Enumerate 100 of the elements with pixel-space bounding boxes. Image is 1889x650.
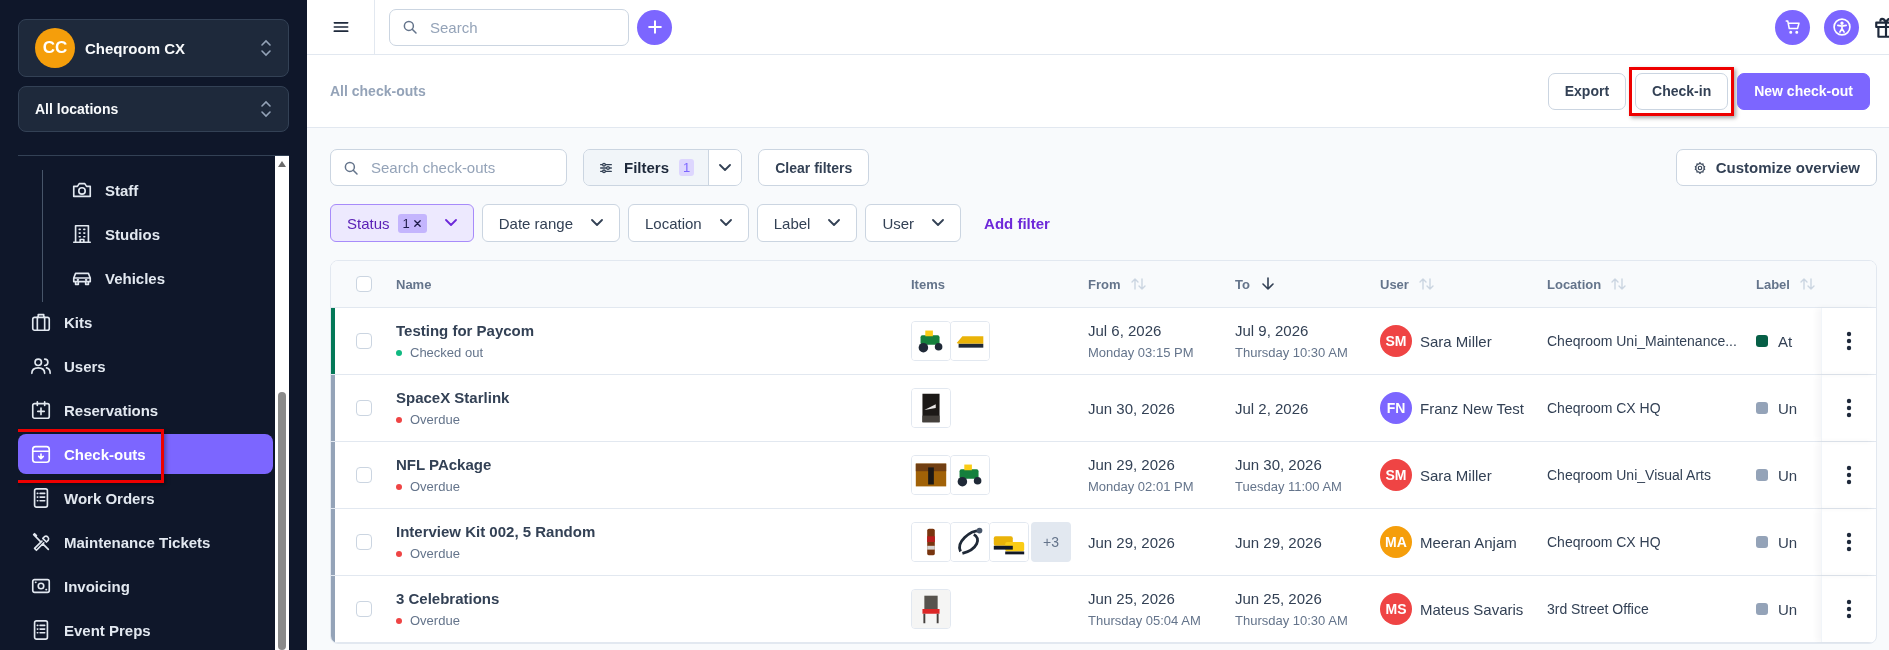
settings-icon [1692,160,1707,175]
filter-chip[interactable]: Label [756,204,858,242]
add-filter-link[interactable]: Add filter [984,214,1050,232]
nav-item[interactable]: Vehicles [59,258,178,298]
location-picker[interactable]: All locations [18,86,289,132]
more-icon [1844,598,1854,620]
checkout-name[interactable]: NFL PAckage [396,456,911,473]
more-icon [1844,397,1854,419]
action-button[interactable]: Check-in [1635,72,1729,110]
chip-label: Date range [498,214,573,232]
filter-chip[interactable]: User [865,204,962,242]
more-button[interactable] [1844,531,1854,553]
nav-item[interactable]: Studios [59,214,172,254]
search-field[interactable]: Search check-outs [330,149,567,186]
nav-item[interactable]: Kits [18,302,273,342]
checkout-name[interactable]: 3 Celebrations [396,590,911,607]
column-header[interactable]: Name [396,276,432,292]
customize-button[interactable]: Customize overview [1675,149,1877,186]
filter-count: 1 [679,159,695,176]
checkbox[interactable] [355,276,372,292]
status-text: Overdue [410,546,460,561]
date-text: Jun 29, 2026 [1088,533,1176,551]
workspace-avatar: CC [35,28,75,68]
checkout-name[interactable]: Interview Kit 002, 5 Random [396,523,911,540]
chevron-down-icon [828,219,841,227]
more-button[interactable] [1844,464,1854,486]
filter-chip[interactable]: Date range [481,204,620,242]
status-text: Overdue [410,613,460,628]
more-button[interactable] [1844,397,1854,419]
chip-label: User [882,214,915,232]
date-text: Jun 30, 2026 [1088,399,1176,417]
nav-item[interactable]: Users [18,346,273,386]
scrollbar[interactable] [275,156,289,650]
status-text: Overdue [410,479,460,494]
date-text: Jun 25, 2026 [1088,590,1176,607]
workspace-name: Cheqroom CX [85,39,186,57]
checkbox[interactable] [355,601,372,617]
nav-item[interactable]: Staff [59,170,151,210]
users-icon [30,355,52,377]
checkout-name[interactable]: Testing for Paycom [396,322,911,339]
user-name: Meeran Anjam [1420,533,1517,551]
filter-chip[interactable]: Location [628,204,749,242]
column-header[interactable]: Label [1756,276,1790,292]
add-button[interactable] [637,9,672,45]
date-text: Jun 25, 2026 [1235,590,1323,607]
status-text: Overdue [410,412,460,427]
location-text: Cheqroom CX HQ [1547,534,1661,550]
more-items-count[interactable]: +3 [1031,522,1071,562]
filter-chip[interactable]: Status 1 [330,204,474,242]
checkbox[interactable] [355,467,372,483]
nav-item[interactable]: Event Preps [18,610,273,650]
column-header[interactable]: From [1088,276,1121,292]
action-button[interactable]: Export [1547,72,1627,110]
nav-item[interactable]: Invoicing [18,566,273,606]
search-field[interactable]: Search [389,8,629,46]
location-name: All locations [35,101,120,117]
column-header[interactable]: User [1380,276,1409,292]
nav-item[interactable]: Check-outs [18,434,273,474]
chevron-down-icon [932,219,945,227]
cart-icon [1783,18,1802,36]
nav-item[interactable]: Maintenance Tickets [18,522,273,562]
label-text: Un [1778,399,1798,417]
chip-label: Status [347,214,390,232]
workspace-picker[interactable]: CC Cheqroom CX [18,19,289,77]
calendar-icon [30,399,52,421]
column-header[interactable]: To [1235,276,1250,292]
suitcase-icon [30,311,52,333]
action-button[interactable]: New check-out [1737,72,1870,110]
location-text: Cheqroom CX HQ [1547,400,1661,416]
nav-item[interactable]: Reservations [18,390,273,430]
cart-button[interactable] [1775,9,1810,45]
time-text: Thursday 10:30 AM [1235,345,1349,360]
more-button[interactable] [1844,598,1854,620]
checkbox[interactable] [355,534,372,550]
filters-button[interactable]: Filters 1 [584,150,710,185]
location-text: Cheqroom Uni_Maintenance... [1547,333,1737,349]
nav-item[interactable]: Work Orders [18,478,273,518]
chevron-down-icon [719,163,732,172]
scroll-up-icon [277,160,287,168]
dropdown-button[interactable] [709,150,742,185]
column-header[interactable]: Items [911,276,945,292]
checkbox[interactable] [355,333,372,349]
scrollbar-thumb[interactable] [278,392,286,650]
user-name: Sara Miller [1420,332,1492,350]
label-text: Un [1778,600,1798,618]
column-header[interactable]: Location [1547,276,1602,292]
accessibility-button[interactable] [1824,9,1859,45]
time-text: Monday 03:15 PM [1088,345,1195,360]
location-text: 3rd Street Office [1547,601,1649,617]
checkout-name[interactable]: SpaceX Starlink [396,389,911,406]
more-icon [1844,464,1854,486]
search-icon [401,18,419,36]
tray-icon [30,443,52,465]
more-button[interactable] [1844,330,1854,352]
clear-filters-button[interactable]: Clear filters [758,149,870,186]
user-avatar: MA [1380,526,1412,558]
location-text: Cheqroom Uni_Visual Arts [1547,467,1711,483]
more-icon [1844,531,1854,553]
checkbox[interactable] [355,400,372,416]
time-text: Thursday 10:30 AM [1235,613,1349,628]
